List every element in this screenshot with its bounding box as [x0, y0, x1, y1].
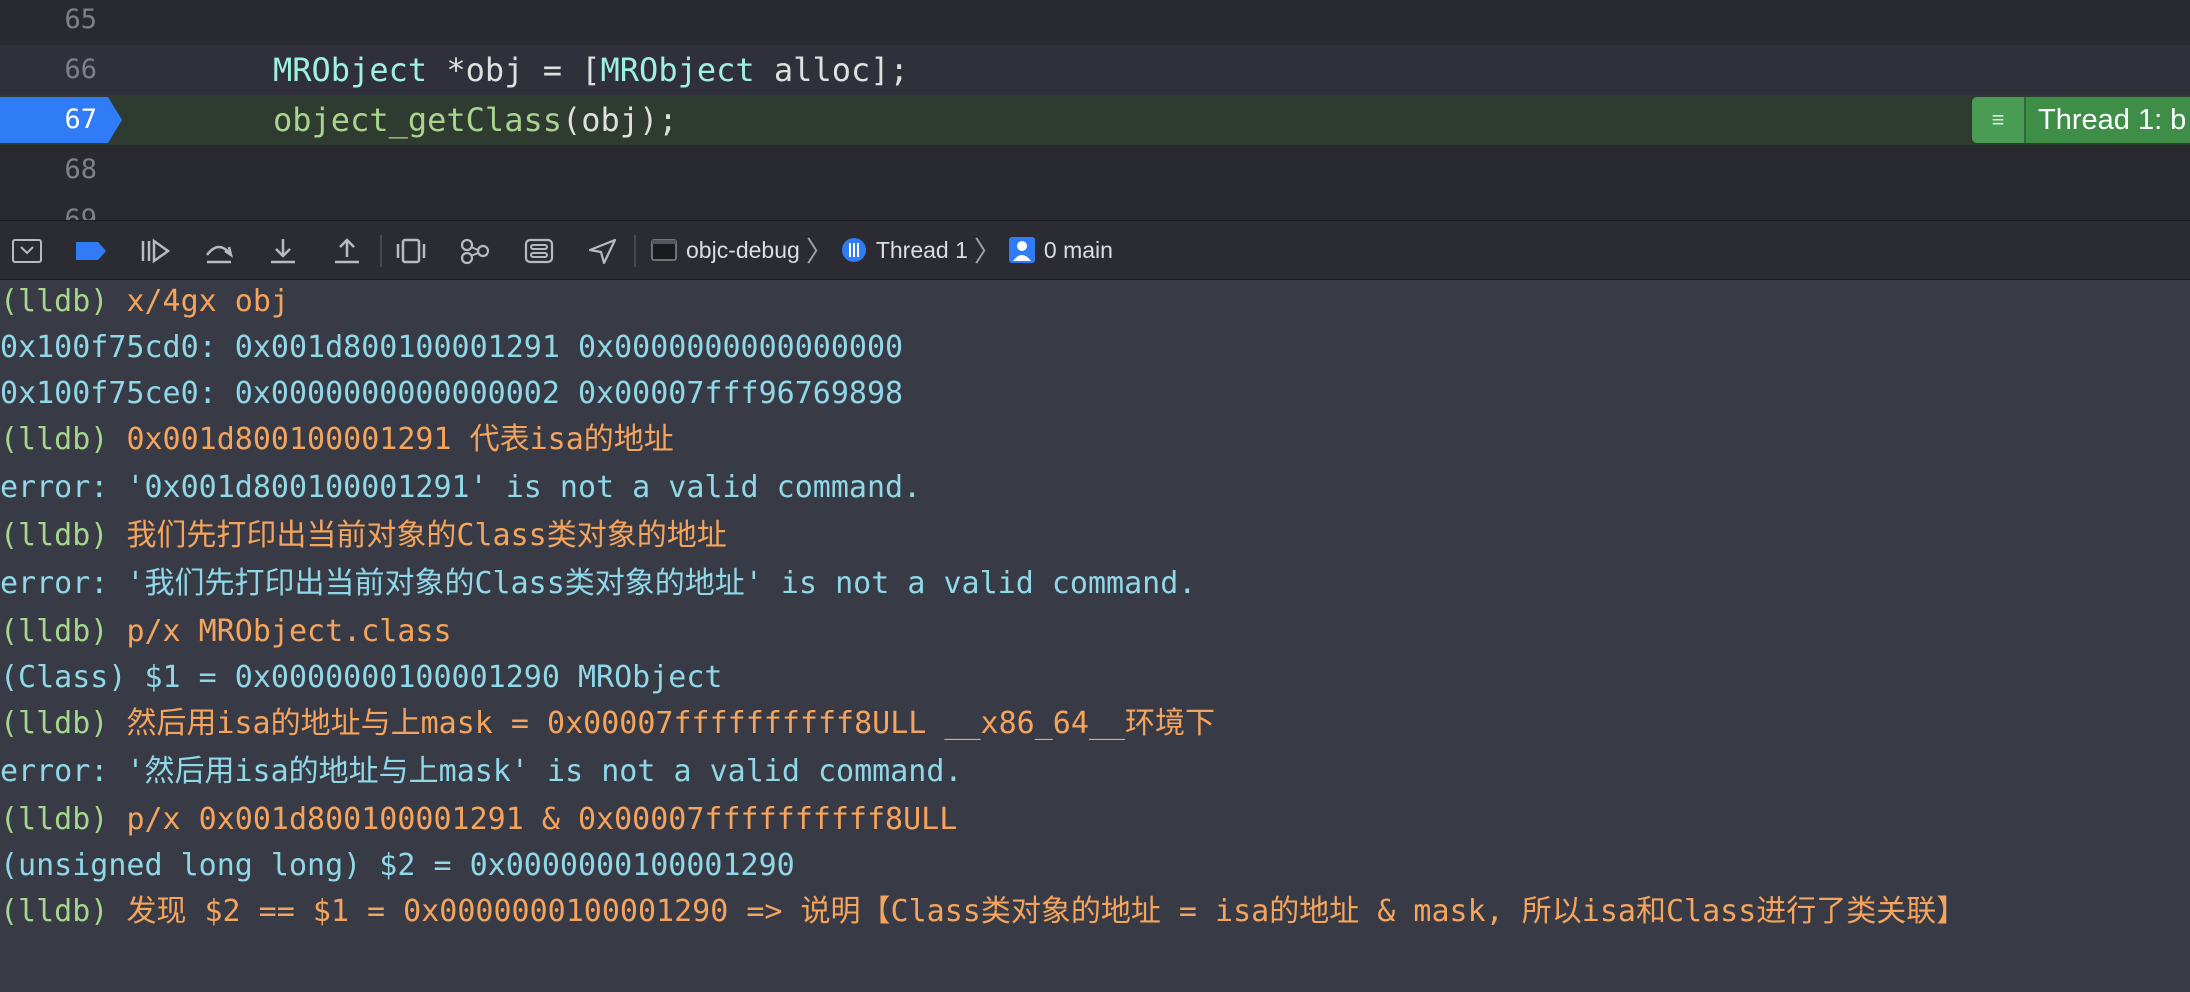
toolbar-divider [380, 235, 382, 267]
code-token: *obj = [ [427, 51, 601, 89]
view-hierarchy-icon[interactable] [394, 235, 428, 267]
lldb-console[interactable]: (lldb) x/4gx obj 0x100f75cd0: 0x001d8001… [0, 280, 2190, 992]
console-line: error: '我们先打印出当前对象的Class类对象的地址' is not a… [0, 566, 1197, 601]
code-token: object_getClass [273, 101, 562, 139]
line-number: 68 [64, 154, 97, 185]
source-editor[interactable]: 65 66 MRObject *obj = [MRObject alloc]; … [0, 0, 2190, 220]
code-token: MRObject [273, 51, 428, 89]
code-token: (obj); [561, 101, 678, 139]
line-number: 66 [64, 54, 97, 85]
thread-status-badge[interactable]: ≡ Thread 1: b [1972, 97, 2190, 143]
step-over-icon[interactable] [202, 235, 236, 267]
location-icon[interactable] [586, 235, 620, 267]
code-text: MRObject *obj = [MRObject alloc]; [273, 45, 909, 95]
console-line: (unsigned long long) $2 = 0x000000010000… [0, 848, 795, 883]
step-out-icon[interactable] [330, 235, 364, 267]
console-line: (lldb) 我们先打印出当前对象的Class类对象的地址 [0, 518, 727, 553]
console-line: (lldb) 发现 $2 == $1 = 0x0000000100001290 … [0, 894, 1967, 929]
console-line: (lldb) 然后用isa的地址与上mask = 0x00007ffffffff… [0, 706, 1216, 741]
crumb-project[interactable]: objc-debug [650, 236, 800, 264]
debug-toolbar: objc-debug 〉 Thread 1 〉 0 main [0, 220, 2190, 280]
chevron-right-icon: 〉 [973, 236, 1002, 267]
console-line: (lldb) p/x 0x001d800100001291 & 0x00007f… [0, 802, 958, 837]
chevron-right-icon: 〉 [805, 236, 834, 267]
continue-icon[interactable] [138, 235, 172, 267]
line-number: 65 [64, 4, 97, 35]
crumb-project-label: objc-debug [686, 236, 800, 263]
console-line: (lldb) 0x001d800100001291 代表isa的地址 [0, 422, 674, 457]
thread-status-label: Thread 1: b [2038, 103, 2187, 136]
console-line: error: '然后用isa的地址与上mask' is not a valid … [0, 754, 963, 789]
crumb-thread-label: Thread 1 [875, 236, 968, 263]
console-line: 0x100f75ce0: 0x0000000000000002 0x00007f… [0, 376, 904, 411]
console-line: error: '0x001d800100001291' is not a val… [0, 470, 922, 505]
terminal-app-icon [650, 236, 678, 264]
console-line: (lldb) x/4gx obj [0, 284, 289, 319]
code-line-69[interactable]: 69 [0, 195, 2190, 220]
user-frame-icon [1008, 236, 1036, 264]
line-number: 69 [64, 204, 97, 220]
crumb-frame[interactable]: 0 main [1008, 236, 1113, 264]
code-line-67-current[interactable]: 67 object_getClass(obj); [0, 95, 2190, 145]
environment-overrides-icon[interactable] [522, 235, 556, 267]
code-token: alloc]; [754, 51, 909, 89]
memory-graph-icon[interactable] [458, 235, 492, 267]
toolbar-divider [634, 235, 636, 267]
console-line: (lldb) p/x MRObject.class [0, 614, 452, 649]
hide-console-icon[interactable] [10, 235, 44, 267]
code-line-68[interactable]: 68 [0, 145, 2190, 195]
code-text: object_getClass(obj); [273, 95, 678, 145]
console-line: (Class) $1 = 0x0000000100001290 MRObject [0, 660, 723, 695]
step-into-icon[interactable] [266, 235, 300, 267]
code-token: MRObject [600, 51, 755, 89]
debug-breadcrumb: objc-debug 〉 Thread 1 〉 0 main [650, 221, 1113, 279]
console-line: 0x100f75cd0: 0x001d800100001291 0x000000… [0, 330, 904, 365]
thread-icon [840, 236, 868, 264]
code-line-65[interactable]: 65 [0, 0, 2190, 45]
menu-icon[interactable]: ≡ [1972, 97, 2026, 143]
crumb-thread[interactable]: Thread 1 [840, 236, 968, 264]
code-line-66[interactable]: 66 MRObject *obj = [MRObject alloc]; [0, 45, 2190, 95]
line-number: 67 [64, 104, 97, 135]
crumb-frame-label: 0 main [1043, 236, 1113, 263]
breakpoints-icon[interactable] [74, 235, 108, 267]
